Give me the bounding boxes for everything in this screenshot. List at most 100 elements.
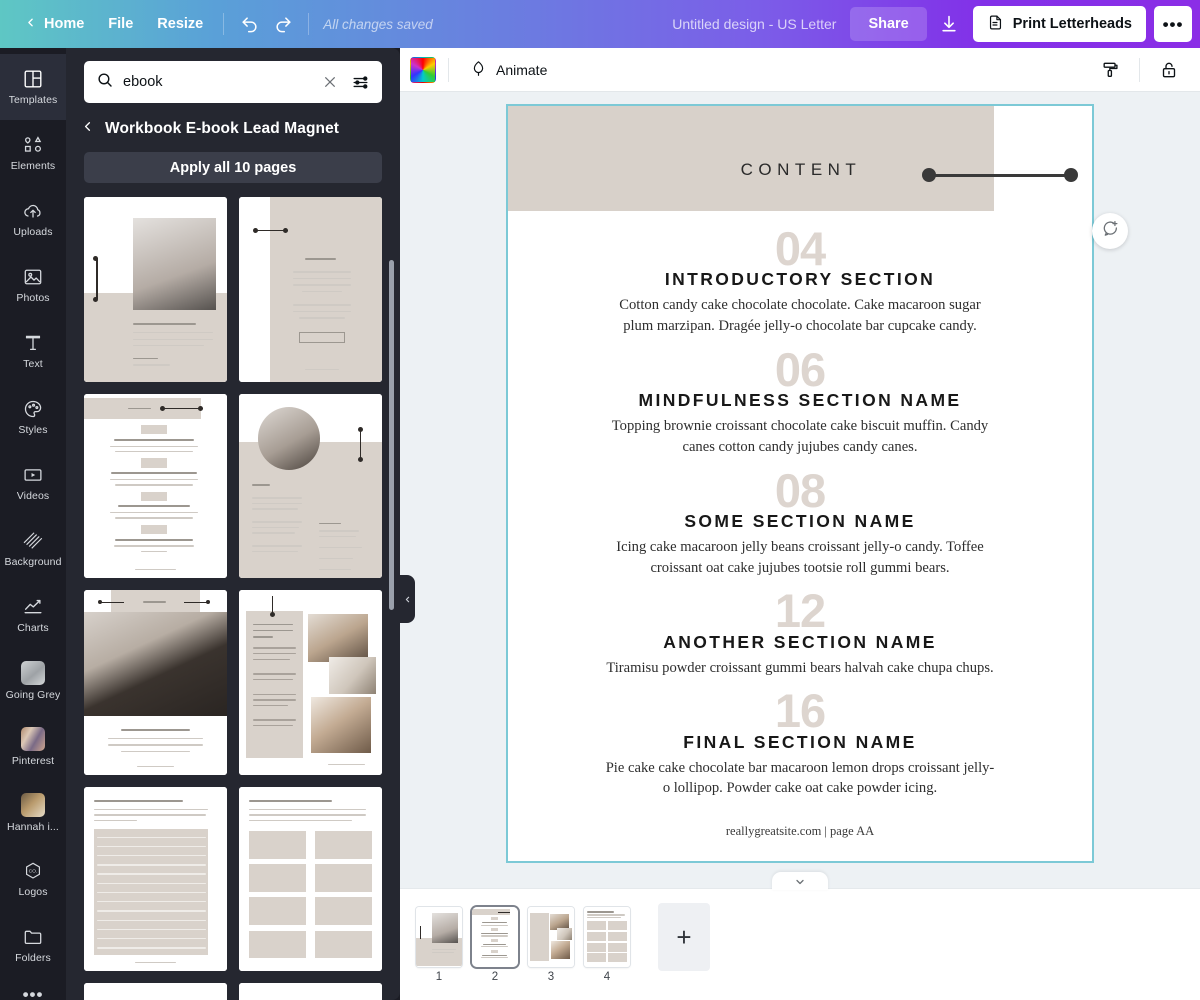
section-description: Tiramisu powder croissant gummi bears ha… [606,659,994,676]
sidebar-item-styles[interactable]: Styles [0,384,66,450]
left-rail: Templates Elements Uploads Photos Text S… [0,48,66,1000]
page-thumbnail[interactable] [416,906,462,967]
color-swatch[interactable] [410,56,436,83]
undo-button[interactable] [232,8,266,40]
template-thumb-welcome [239,197,382,382]
sidebar-item-going-grey[interactable]: Going Grey [0,648,66,714]
design-title[interactable]: Untitled design - US Letter [658,16,850,32]
sliders-icon[interactable] [349,71,372,94]
more-options-button[interactable]: ••• [1154,6,1192,42]
sidebar-item-elements[interactable]: Elements [0,120,66,186]
sidebar-label: Pinterest [11,756,55,767]
folder-thumbnail-grey [21,661,45,686]
chevron-left-icon[interactable] [80,119,95,139]
ellipsis-icon: ••• [1162,14,1184,34]
paint-roller-icon[interactable] [1093,54,1127,86]
animate-icon [469,59,488,81]
template-card[interactable] [239,786,382,972]
search-bar[interactable] [84,61,382,103]
page-thumbnail-item[interactable]: 1 [416,906,462,983]
sidebar-label: Styles [18,425,48,436]
page-header-band [508,106,994,211]
thumb-content [472,906,518,967]
section-title: MINDFULNESS SECTION NAME [638,390,962,411]
page-number: 4 [603,970,611,983]
page-number: 1 [435,970,443,983]
page-thumbnail-item[interactable]: 3 [528,906,574,983]
file-button[interactable]: File [96,8,145,40]
page-number: 2 [491,970,499,983]
sidebar-item-logos[interactable]: CO. Logos [0,846,66,912]
template-card[interactable] [84,393,227,579]
page-thumbnail[interactable] [528,906,574,967]
hannah-thumbnail [21,793,45,818]
sidebar-item-text[interactable]: Text [0,318,66,384]
context-divider [448,57,449,82]
thumb-cover [416,906,462,967]
sidebar-item-videos[interactable]: Videos [0,450,66,516]
add-comment-button[interactable] [1092,213,1128,249]
template-card[interactable] [84,983,227,1000]
lock-open-icon[interactable] [1152,54,1186,86]
add-page-button[interactable]: + [658,902,710,971]
sidebar-item-folders[interactable]: Folders [0,912,66,978]
panel-title: Workbook E-book Lead Magnet [105,120,340,137]
sidebar-item-hannah[interactable]: Hannah i... [0,780,66,846]
template-thumb-chapter [84,590,227,775]
search-input[interactable] [123,74,311,90]
page-thumbnail[interactable] [584,906,630,967]
top-toolbar: Home File Resize All changes saved Untit… [0,0,1200,48]
content-section[interactable]: 08 SOME SECTION NAME Icing cake macaroon… [552,465,1048,579]
sidebar-item-templates[interactable]: Templates [0,54,66,120]
save-status: All changes saved [323,16,433,32]
sidebar-item-uploads[interactable]: Uploads [0,186,66,252]
sidebar-item-pinterest[interactable]: Pinterest [0,714,66,780]
animate-button[interactable]: Animate [461,54,555,86]
template-card[interactable] [239,983,382,1000]
sidebar-item-photos[interactable]: Photos [0,252,66,318]
home-button[interactable]: Home [12,8,96,40]
sidebar-item-background[interactable]: Background [0,516,66,582]
decorative-line [922,168,1078,182]
redo-button[interactable] [266,8,300,40]
context-toolbar: Animate [400,48,1200,92]
sidebar-more-button[interactable]: ••• [23,978,44,1000]
panel-header[interactable]: Workbook E-book Lead Magnet [66,103,400,149]
apply-all-pages-button[interactable]: Apply all 10 pages [84,152,382,184]
section-description: Pie cake cake chocolate bar macaroon lem… [605,759,995,797]
close-icon[interactable] [320,72,340,92]
print-letterheads-button[interactable]: Print Letterheads [972,6,1146,42]
template-thumb-content [84,393,227,579]
content-section[interactable]: 16 FINAL SECTION NAME Pie cake cake choc… [552,686,1048,799]
section-title: SOME SECTION NAME [684,510,916,531]
section-number: 04 [774,222,826,275]
page-footer: reallygreatsite.com | page AA [725,824,875,838]
page-thumbnail-item[interactable]: 4 [584,906,630,983]
content-section[interactable]: 12 ANOTHER SECTION NAME Tiramisu powder … [552,586,1048,678]
add-comment-icon [1101,219,1120,243]
template-card[interactable] [84,197,227,382]
template-card[interactable] [239,393,382,579]
share-button[interactable]: Share [850,7,927,41]
sidebar-label: Templates [8,95,58,106]
content-section[interactable]: 06 MINDFULNESS SECTION NAME Topping brow… [552,344,1048,458]
template-card[interactable] [84,786,227,972]
page-thumbnail[interactable] [472,906,518,967]
expand-strip-button[interactable] [772,872,828,890]
sidebar-item-charts[interactable]: Charts [0,582,66,648]
resize-button[interactable]: Resize [145,8,215,40]
template-thumb-partial [239,983,382,1000]
design-page[interactable]: CONTENT 04 INTRODUCTORY SECTION Cotton c… [506,104,1094,863]
template-card[interactable] [239,590,382,775]
download-button[interactable] [931,7,967,41]
section-title: ANOTHER SECTION NAME [663,631,937,652]
page-thumbnail-item[interactable]: 2 [472,906,518,983]
collapse-panel-button[interactable] [400,575,415,623]
content-section[interactable]: 04 INTRODUCTORY SECTION Cotton candy cak… [552,224,1048,337]
template-card[interactable] [239,197,382,382]
section-number: 16 [774,684,826,738]
thumb-rituals [528,906,574,967]
panel-scrollbar[interactable] [389,260,394,610]
template-card[interactable] [84,590,227,775]
decorative-dot-right [1064,168,1078,182]
